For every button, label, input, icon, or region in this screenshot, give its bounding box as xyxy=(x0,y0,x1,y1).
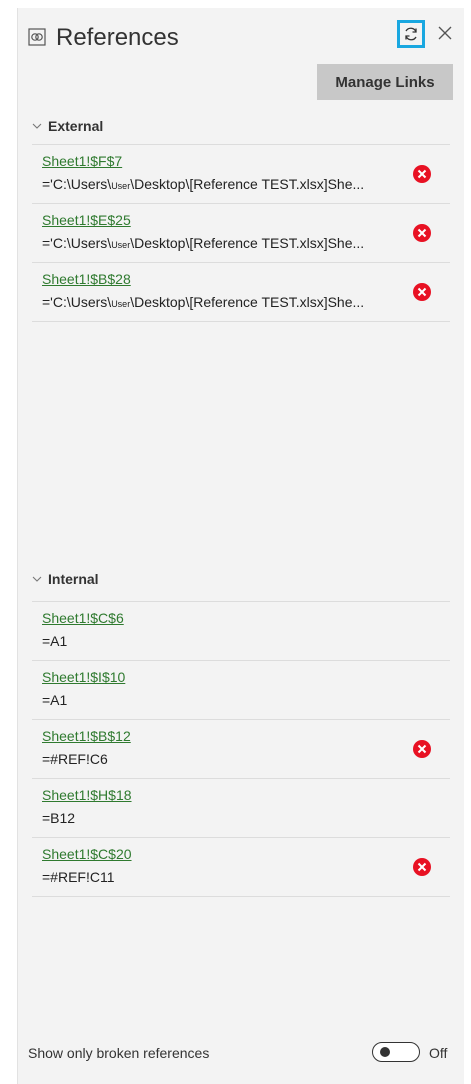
error-icon xyxy=(413,740,431,758)
list-item[interactable]: Sheet1!$E$25 ='C:\Users\User\Desktop\[Re… xyxy=(32,204,450,263)
list-item[interactable]: Sheet1!$H$18 =B12 xyxy=(32,779,450,838)
reference-formula: ='C:\Users\User\Desktop\[Reference TEST.… xyxy=(42,176,365,192)
pane-title: References xyxy=(56,24,179,51)
toggle-state-label: Off xyxy=(429,1045,448,1061)
reference-link[interactable]: Sheet1!$F$7 xyxy=(42,153,122,169)
list-item[interactable]: Sheet1!$C$6 =A1 xyxy=(32,602,450,661)
reference-link[interactable]: Sheet1!$I$10 xyxy=(42,669,125,685)
internal-section-label: Internal xyxy=(48,571,99,587)
list-item[interactable]: Sheet1!$F$7 ='C:\Users\User\Desktop\[Ref… xyxy=(32,145,450,204)
external-list: Sheet1!$F$7 ='C:\Users\User\Desktop\[Ref… xyxy=(32,144,450,322)
list-item[interactable]: Sheet1!$I$10 =A1 xyxy=(32,661,450,720)
broken-filter-toggle[interactable] xyxy=(372,1042,420,1062)
toggle-knob xyxy=(380,1047,390,1057)
external-section-label: External xyxy=(48,118,104,134)
refresh-button[interactable] xyxy=(397,20,425,48)
external-section-toggle[interactable]: External xyxy=(32,118,103,134)
reference-formula: =#REF!C6 xyxy=(42,751,108,767)
internal-list: Sheet1!$C$6 =A1 Sheet1!$I$10 =A1 Sheet1!… xyxy=(32,601,450,897)
reference-formula: =#REF!C11 xyxy=(42,869,115,885)
list-item[interactable]: Sheet1!$B$28 ='C:\Users\User\Desktop\[Re… xyxy=(32,263,450,322)
pane-header: References Manage Links xyxy=(18,8,464,100)
reference-link[interactable]: Sheet1!$H$18 xyxy=(42,787,132,803)
reference-formula: ='C:\Users\User\Desktop\[Reference TEST.… xyxy=(42,235,365,251)
error-icon xyxy=(413,858,431,876)
close-icon xyxy=(438,26,452,40)
manage-links-button[interactable]: Manage Links xyxy=(317,64,453,100)
chevron-down-icon xyxy=(32,576,42,582)
references-icon xyxy=(28,28,46,46)
list-item[interactable]: Sheet1!$C$20 =#REF!C11 xyxy=(32,838,450,897)
reference-formula: ='C:\Users\User\Desktop\[Reference TEST.… xyxy=(42,294,365,310)
error-icon xyxy=(413,224,431,242)
reference-link[interactable]: Sheet1!$C$6 xyxy=(42,610,124,626)
internal-section-toggle[interactable]: Internal xyxy=(32,571,99,587)
reference-formula: =B12 xyxy=(42,810,76,826)
chevron-down-icon xyxy=(32,123,42,129)
reference-link[interactable]: Sheet1!$C$20 xyxy=(42,846,132,862)
reference-link[interactable]: Sheet1!$B$12 xyxy=(42,728,131,744)
close-button[interactable] xyxy=(434,22,456,44)
list-item[interactable]: Sheet1!$B$12 =#REF!C6 xyxy=(32,720,450,779)
reference-link[interactable]: Sheet1!$B$28 xyxy=(42,271,131,287)
reference-formula: =A1 xyxy=(42,692,68,708)
error-icon xyxy=(413,283,431,301)
broken-filter-label: Show only broken references xyxy=(28,1045,210,1061)
refresh-icon xyxy=(405,27,417,41)
reference-formula: =A1 xyxy=(42,633,68,649)
error-icon xyxy=(413,165,431,183)
reference-link[interactable]: Sheet1!$E$25 xyxy=(42,212,131,228)
references-pane: References Manage Links External Sheet1!… xyxy=(17,8,464,1084)
